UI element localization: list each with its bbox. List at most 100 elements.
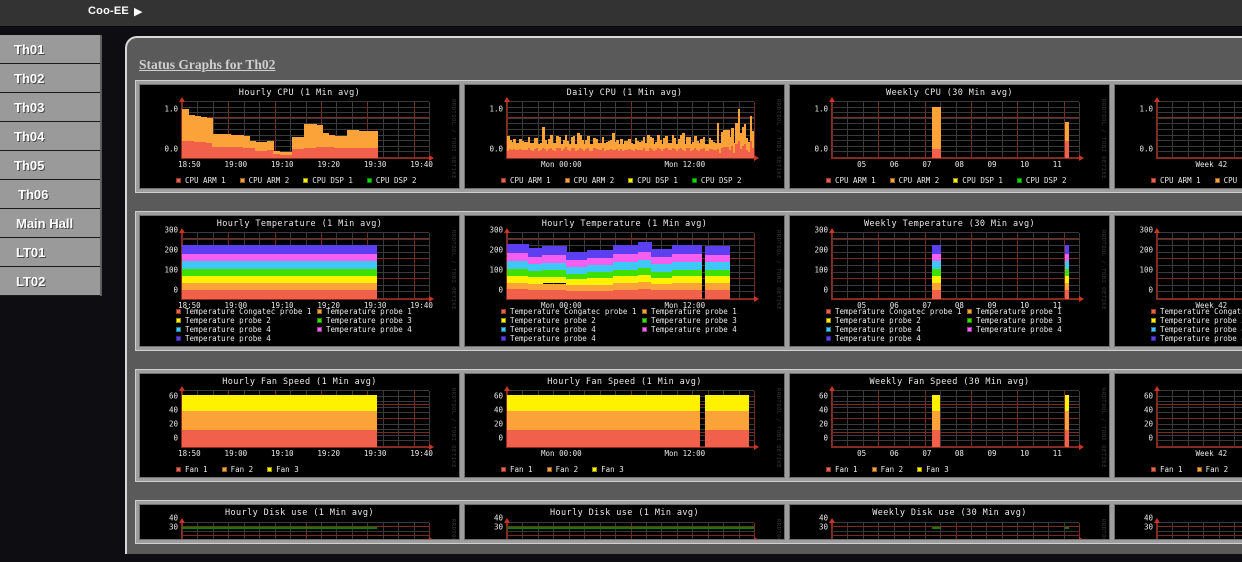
- graph-weekly-disk: Weekly Disk use (30 Min avg)4030 RRDTOOL …: [789, 504, 1110, 540]
- graph-legend: Temperature Congatec probe 1 Temperature …: [501, 307, 783, 343]
- series-band: [507, 429, 700, 447]
- y-axis-tick: 300: [814, 225, 828, 235]
- series-band: [932, 106, 941, 150]
- series-band: [704, 262, 731, 270]
- graph-daily-temp: Hourly Temperature (1 Min avg) 0 100 200 300…: [464, 215, 785, 347]
- series-band: [267, 141, 275, 150]
- legend-label: CPU ARM 1: [185, 176, 226, 185]
- sidebar-item-label: Th03: [14, 100, 45, 115]
- sidebar-item-th05[interactable]: Th05: [0, 151, 100, 180]
- axis-arrow-right: [429, 296, 434, 302]
- legend-entry: Fan 1: [176, 465, 208, 474]
- series-band: [541, 262, 568, 271]
- rrdtool-watermark: RRDTOOL / TOBI OETIKER: [772, 519, 781, 539]
- y-axis-tick: 20: [818, 419, 828, 429]
- x-axis-tick: Week 42: [1195, 160, 1228, 169]
- series-band: [566, 290, 589, 299]
- sidebar-item-th02[interactable]: Th02: [0, 64, 100, 93]
- series-clip: [182, 233, 429, 299]
- series-band: [932, 289, 941, 299]
- series-band: [651, 290, 674, 299]
- series-band: [182, 411, 378, 430]
- x-axis-tick: 06: [889, 449, 899, 458]
- y-axis-tick: 40: [493, 405, 503, 415]
- graph-monthly-fan: Monthly Fan Speed (2 Hour avg) 0 20 40 60 Wee…: [1114, 373, 1242, 478]
- x-axis-tick: 19:30: [363, 449, 387, 458]
- series-clip: [182, 523, 429, 539]
- x-axis-tick: Mon 12:00: [664, 449, 706, 458]
- legend-entry: Temperature probe 3: [317, 316, 458, 325]
- sidebar-item-th03[interactable]: Th03: [0, 93, 100, 122]
- plot-area: 0 20 40 60 18:50 19:00 19:10 19:20 19:30 19:40: [169, 386, 434, 458]
- legend-label: Temperature probe 1: [976, 307, 1062, 316]
- series-band: [932, 269, 941, 276]
- grid-line-v: [754, 391, 755, 447]
- legend-swatch: [1016, 178, 1022, 183]
- legend-label: Temperature probe 4: [185, 334, 271, 343]
- graph-monthly-temp: Monthly Temperature (2 Hour avg) 0 100 200 3…: [1114, 215, 1242, 347]
- series-band: [651, 264, 674, 272]
- axis-arrow-right: [754, 444, 759, 450]
- legend-swatch: [267, 467, 273, 472]
- axis-arrow-right: [754, 537, 759, 539]
- graph-legend: CPU ARM 1CPU ARM 2CPU DSP 1CPU DSP 2: [1151, 176, 1242, 185]
- play-triangle-icon[interactable]: ▶: [134, 5, 142, 18]
- axis-arrow-right: [754, 296, 759, 302]
- series-clip: [832, 102, 1079, 158]
- legend-entry: Temperature probe 4: [826, 334, 967, 343]
- x-axis-tick: 19:00: [224, 449, 248, 458]
- plot-area: 0 100 200 300 18:50 19:00 19:10 19:20 19:30 19:40: [164, 226, 434, 310]
- legend-entry: Temperature Congatec probe 1: [176, 307, 317, 316]
- graph-weekly-temp: Weekly Temperature (30 Min avg) 0 100 200 30…: [789, 215, 1110, 347]
- graph-monthly-cpu: Monthly CPU (2 Hour avg)0.01.0Week 42Wee…: [1114, 84, 1242, 189]
- series-line: [182, 526, 378, 529]
- legend-label: Temperature probe 4: [510, 334, 596, 343]
- grid-line-v: [429, 102, 430, 158]
- series-band: [371, 130, 378, 148]
- legend-entry: Temperature probe 3: [642, 316, 783, 325]
- series-clip: [832, 523, 1079, 539]
- series-band: [527, 290, 543, 299]
- legend-entry: Fan 3: [267, 465, 299, 474]
- legend-label: Temperature Congatec probe 1: [510, 307, 637, 316]
- rrdtool-watermark: RRDTOOL / TOBI OETIKER: [1100, 388, 1106, 468]
- legend-entry: Temperature probe 4: [1151, 325, 1242, 334]
- rrdtool-watermark: RRDTOOL / TOBI OETIKER: [447, 519, 456, 539]
- series-band: [182, 269, 378, 276]
- legend-swatch: [546, 467, 552, 472]
- legend-swatch: [642, 327, 647, 332]
- x-axis-tick: 18:50: [178, 449, 201, 458]
- sidebar-item-lt01[interactable]: LT01: [0, 238, 100, 267]
- legend-entry: CPU ARM 2: [564, 176, 615, 185]
- legend-swatch: [967, 327, 972, 332]
- sidebar-item-th01[interactable]: Th01: [0, 35, 100, 64]
- series-clip: [507, 391, 754, 447]
- legend-swatch: [917, 467, 923, 472]
- y-axis-tick: 200: [814, 245, 828, 255]
- y-axis-tick: 30: [493, 522, 503, 532]
- graph-title: Hourly Disk use (1 Min avg): [225, 508, 374, 518]
- sidebar-item-th06[interactable]: Th06: [0, 180, 100, 209]
- sidebar-item-lt02[interactable]: LT02: [0, 267, 100, 296]
- legend-label: Fan 2: [880, 465, 904, 474]
- series-band: [751, 131, 754, 148]
- legend-entry: Temperature probe 4: [826, 325, 967, 334]
- rrdtool-watermark: RRDTOOL / TOBI OETIKER: [450, 388, 456, 468]
- y-axis-tick: 0.0: [1139, 144, 1153, 154]
- legend-label: CPU ARM 2: [573, 176, 615, 185]
- series-band: [1065, 122, 1070, 142]
- legend-swatch: [1151, 178, 1156, 183]
- series-band: [527, 277, 543, 284]
- legend-label: CPU ARM 2: [1223, 176, 1242, 185]
- grid-line-h: [1157, 539, 1242, 540]
- legend-label: Temperature probe 4: [326, 325, 412, 334]
- plot-area: 0204060Week 42Week 43: [1144, 386, 1242, 458]
- series-band: [587, 250, 615, 259]
- sidebar-item-main-hall[interactable]: Main Hall: [0, 209, 100, 238]
- legend-label: Fan 1: [835, 465, 858, 474]
- grid-line-v: [754, 233, 755, 299]
- sidebar-item-th04[interactable]: Th04: [0, 122, 100, 151]
- series-band: [704, 270, 731, 277]
- legend-entry: CPU ARM 2: [889, 176, 939, 185]
- legend-swatch: [826, 336, 831, 341]
